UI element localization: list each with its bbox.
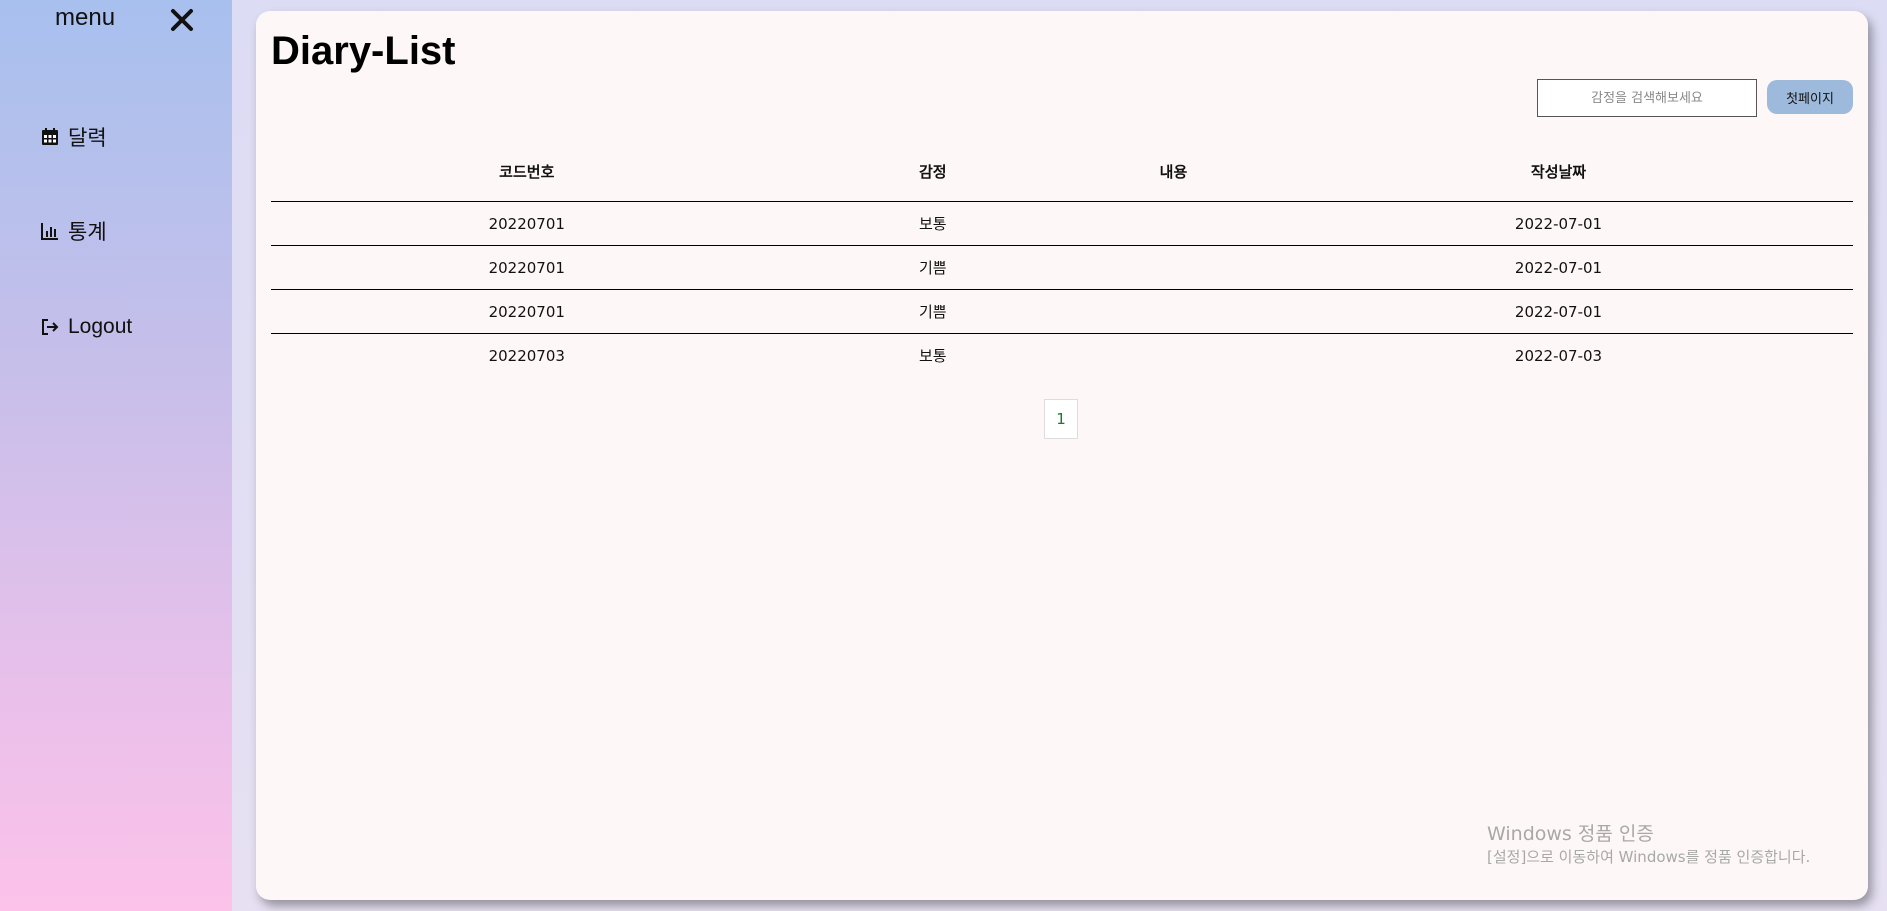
cell-code: 20220703	[488, 346, 565, 365]
cell-date: 2022-07-03	[1514, 346, 1603, 365]
cell-code: 20220701	[271, 201, 783, 246]
table-row[interactable]: 20220701 보통 2022-07-01	[271, 201, 1853, 246]
page-title: Diary-List	[271, 29, 456, 73]
cell-content	[1082, 289, 1265, 334]
first-page-button[interactable]: 첫페이지	[1767, 80, 1853, 114]
cell-emotion: 보통	[782, 201, 1083, 246]
cell-date: 2022-07-01	[1264, 289, 1853, 334]
cell-code: 20220701	[271, 289, 783, 334]
sidebar-item-stats[interactable]: 통계	[40, 216, 107, 246]
sidebar-item-logout[interactable]: Logout	[40, 312, 132, 342]
header-date: 작성날짜	[1264, 141, 1853, 202]
table-row[interactable]: 20220703 보통 2022-07-03	[271, 334, 1853, 378]
sidebar-item-label: 통계	[68, 221, 107, 244]
header-code: 코드번호	[271, 141, 783, 202]
cell-emotion: 기쁨	[782, 289, 1083, 334]
chart-icon	[41, 223, 58, 240]
cell-code: 20220701	[271, 245, 783, 290]
search-input[interactable]	[1537, 79, 1757, 117]
table-row[interactable]: 20220701 기쁨 2022-07-01	[271, 245, 1853, 290]
logout-icon	[42, 319, 59, 335]
watermark-subtitle: [설정]으로 이동하여 Windows를 정품 인증합니다.	[1487, 848, 1811, 866]
menu-title: menu	[55, 4, 116, 31]
page-link-1[interactable]: 1	[1044, 399, 1078, 439]
sidebar-item-label: 달력	[68, 127, 107, 150]
diary-table: 코드번호 감정 내용 작성날짜 20220701 보통 2022-07-01 2…	[271, 141, 1853, 377]
sidebar-item-calendar[interactable]: 달력	[40, 122, 107, 152]
cell-date: 2022-07-01	[1264, 245, 1853, 290]
table-row[interactable]: 20220701 기쁨 2022-07-01	[271, 289, 1853, 334]
sidebar: menu 달력 통계 Logout	[0, 0, 232, 911]
menu-header: menu	[0, 0, 232, 40]
cell-emotion: 기쁨	[782, 245, 1083, 290]
close-icon[interactable]	[168, 6, 196, 34]
header-content: 내용	[1082, 141, 1265, 202]
windows-activation-watermark: Windows 정품 인증 [설정]으로 이동하여 Windows를 정품 인증…	[1487, 821, 1810, 867]
header-emotion: 감정	[782, 141, 1083, 202]
sidebar-item-label: Logout	[68, 315, 133, 338]
cell-content	[1083, 334, 1264, 378]
table-header-row: 코드번호 감정 내용 작성날짜	[271, 141, 1853, 202]
watermark-title: Windows 정품 인증	[1487, 823, 1654, 845]
calendar-icon	[42, 128, 58, 145]
cell-content	[1082, 245, 1265, 290]
cell-date: 2022-07-01	[1264, 201, 1853, 246]
cell-emotion: 보통	[918, 347, 947, 365]
main-card: Diary-List 첫페이지 코드번호 감정 내용 작성날짜 20220701…	[256, 11, 1868, 900]
cell-content	[1082, 201, 1265, 246]
